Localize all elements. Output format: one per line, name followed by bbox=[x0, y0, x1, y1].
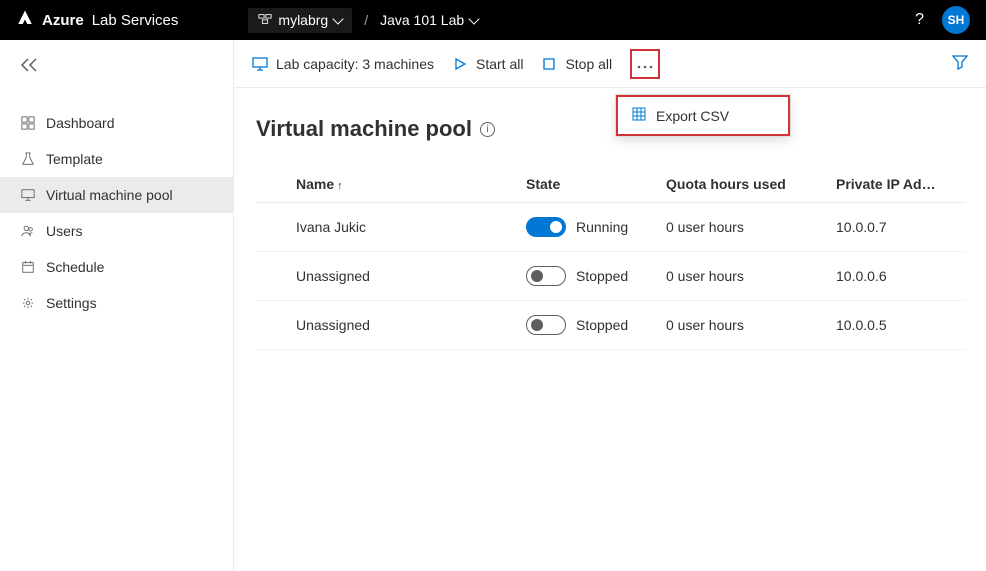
toolbar-start-all-label: Start all bbox=[476, 56, 523, 72]
cell-state: Stopped bbox=[576, 317, 628, 333]
page-title-text: Virtual machine pool bbox=[256, 116, 472, 142]
cell-quota: 0 user hours bbox=[666, 317, 836, 333]
chevron-down-icon bbox=[469, 13, 480, 24]
breadcrumb-rg-label: mylabrg bbox=[278, 12, 328, 28]
resource-group-icon bbox=[258, 12, 272, 29]
column-quota[interactable]: Quota hours used bbox=[666, 176, 836, 192]
filter-icon bbox=[952, 57, 968, 73]
start-all-button[interactable]: Start all bbox=[452, 56, 523, 72]
more-actions-button[interactable] bbox=[630, 49, 660, 79]
cell-quota: 0 user hours bbox=[666, 219, 836, 235]
avatar-initials: SH bbox=[948, 13, 965, 27]
table-row[interactable]: Unassigned Stopped 0 user hours 10.0.0.5 bbox=[256, 301, 966, 350]
vm-state-toggle[interactable] bbox=[526, 315, 566, 335]
table-header: Name↑ State Quota hours used Private IP … bbox=[256, 166, 966, 203]
flask-icon bbox=[20, 151, 36, 167]
collapse-sidebar-button[interactable] bbox=[20, 58, 233, 75]
export-csv-menu-item[interactable]: Export CSV bbox=[616, 95, 790, 136]
sidebar-item-dashboard[interactable]: Dashboard bbox=[0, 105, 233, 141]
vm-table: Name↑ State Quota hours used Private IP … bbox=[256, 166, 966, 350]
play-icon bbox=[452, 56, 468, 72]
avatar[interactable]: SH bbox=[942, 6, 970, 34]
breadcrumb-resource-group[interactable]: mylabrg bbox=[248, 8, 352, 33]
cell-state: Running bbox=[576, 219, 628, 235]
stop-all-button[interactable]: Stop all bbox=[541, 56, 612, 72]
sidebar-item-label: Virtual machine pool bbox=[46, 187, 173, 203]
page-title: Virtual machine pool i bbox=[256, 116, 966, 142]
cell-name: Ivana Jukic bbox=[296, 219, 526, 235]
brand-rest: Lab Services bbox=[92, 12, 179, 29]
stop-icon bbox=[541, 56, 557, 72]
filter-button[interactable] bbox=[952, 54, 968, 73]
column-state-label: State bbox=[526, 176, 560, 192]
vm-state-toggle[interactable] bbox=[526, 266, 566, 286]
column-name-label: Name bbox=[296, 176, 334, 192]
toolbar: Lab capacity: 3 machines Start all Stop … bbox=[234, 40, 986, 88]
sidebar-item-label: Schedule bbox=[46, 259, 104, 275]
breadcrumb-lab[interactable]: Java 101 Lab bbox=[380, 12, 478, 28]
toolbar-capacity-label: Lab capacity: 3 machines bbox=[276, 56, 434, 72]
cell-name: Unassigned bbox=[296, 268, 526, 284]
sidebar-item-label: Users bbox=[46, 223, 83, 239]
sidebar-item-template[interactable]: Template bbox=[0, 141, 233, 177]
breadcrumb: mylabrg / Java 101 Lab bbox=[248, 8, 478, 33]
sort-asc-icon: ↑ bbox=[337, 180, 343, 192]
column-ip[interactable]: Private IP Ad… bbox=[836, 176, 966, 192]
column-name[interactable]: Name↑ bbox=[296, 176, 526, 192]
sidebar-item-vm-pool[interactable]: Virtual machine pool bbox=[0, 177, 233, 213]
column-state[interactable]: State bbox=[526, 176, 666, 192]
breadcrumb-separator: / bbox=[364, 12, 368, 28]
info-icon[interactable]: i bbox=[480, 122, 495, 137]
sidebar-item-schedule[interactable]: Schedule bbox=[0, 249, 233, 285]
vm-state-toggle[interactable] bbox=[526, 217, 566, 237]
export-csv-label: Export CSV bbox=[656, 108, 729, 124]
cell-ip: 10.0.0.6 bbox=[836, 268, 966, 284]
cell-name: Unassigned bbox=[296, 317, 526, 333]
cell-ip: 10.0.0.5 bbox=[836, 317, 966, 333]
brand-bold: Azure bbox=[42, 12, 84, 29]
cell-state: Stopped bbox=[576, 268, 628, 284]
gear-icon bbox=[20, 295, 36, 311]
sidebar-item-settings[interactable]: Settings bbox=[0, 285, 233, 321]
table-row[interactable]: Ivana Jukic Running 0 user hours 10.0.0.… bbox=[256, 203, 966, 252]
help-icon[interactable]: ? bbox=[915, 11, 924, 29]
sidebar-item-label: Template bbox=[46, 151, 103, 167]
sidebar-item-label: Settings bbox=[46, 295, 97, 311]
column-quota-label: Quota hours used bbox=[666, 176, 786, 192]
cell-ip: 10.0.0.7 bbox=[836, 219, 966, 235]
topbar: Azure Lab Services mylabrg / Java 101 La… bbox=[0, 0, 986, 40]
table-icon bbox=[632, 107, 646, 124]
sidebar: Dashboard Template Virtual machine pool … bbox=[0, 40, 234, 571]
azure-logo-icon bbox=[16, 9, 34, 31]
monitor-icon bbox=[252, 56, 268, 72]
lab-capacity-button[interactable]: Lab capacity: 3 machines bbox=[252, 56, 434, 72]
more-actions-menu: Export CSV bbox=[615, 94, 791, 137]
sidebar-item-users[interactable]: Users bbox=[0, 213, 233, 249]
dashboard-icon bbox=[20, 115, 36, 131]
toolbar-stop-all-label: Stop all bbox=[565, 56, 612, 72]
sidebar-item-label: Dashboard bbox=[46, 115, 115, 131]
main-content: Lab capacity: 3 machines Start all Stop … bbox=[234, 40, 986, 571]
table-row[interactable]: Unassigned Stopped 0 user hours 10.0.0.6 bbox=[256, 252, 966, 301]
column-ip-label: Private IP Ad… bbox=[836, 176, 936, 192]
users-icon bbox=[20, 223, 36, 239]
chevron-down-icon bbox=[333, 13, 344, 24]
cell-quota: 0 user hours bbox=[666, 268, 836, 284]
brand[interactable]: Azure Lab Services bbox=[16, 9, 178, 31]
breadcrumb-lab-label: Java 101 Lab bbox=[380, 12, 464, 28]
ellipsis-icon bbox=[637, 56, 653, 72]
calendar-icon bbox=[20, 259, 36, 275]
monitor-icon bbox=[20, 187, 36, 203]
